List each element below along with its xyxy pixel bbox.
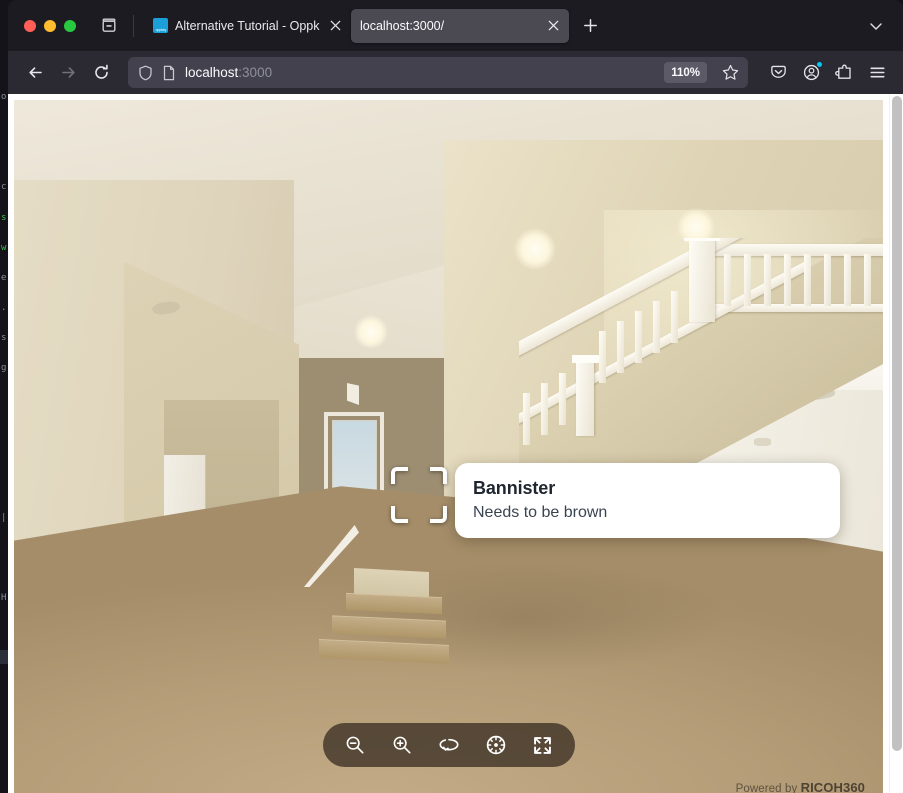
star-icon <box>722 64 738 80</box>
list-all-tabs-button[interactable] <box>861 11 891 41</box>
panorama-viewer[interactable]: Bannister Needs to be brown Powered by R… <box>14 100 883 793</box>
hotspot-corner-icon <box>391 506 408 523</box>
favicon-label: oppkey <box>155 27 166 32</box>
pano-stair-step <box>332 615 446 639</box>
hotspot-corner-icon <box>430 506 447 523</box>
bg-text-line: H <box>1 593 7 603</box>
page-scrollbar-thumb[interactable] <box>892 96 902 751</box>
url-host: localhost <box>185 65 239 80</box>
pano-ceiling-light <box>514 228 556 270</box>
minimize-window-button[interactable] <box>44 19 56 32</box>
fullscreen-icon <box>534 736 551 754</box>
bg-text-line: w <box>1 243 7 253</box>
hotspot-description: Needs to be brown <box>473 504 608 521</box>
hamburger-menu-icon <box>870 67 885 78</box>
bookmark-star-button[interactable] <box>717 60 743 86</box>
bg-text-line: g <box>1 363 7 373</box>
zoom-in-icon <box>393 736 411 754</box>
pano-ceiling-light <box>354 315 388 349</box>
zoom-out-icon <box>346 736 364 754</box>
firefox-view-button[interactable] <box>94 11 124 41</box>
account-notification-dot <box>816 61 823 68</box>
gyroscope-button[interactable] <box>482 731 510 759</box>
tracking-protection-shield-icon <box>139 65 152 80</box>
new-tab-button[interactable] <box>575 11 605 41</box>
auto-rotate-button[interactable] <box>435 731 463 759</box>
bg-text-line: s <box>1 213 7 223</box>
tab-strip: oppkey Alternative Tutorial - Oppkey RIC… <box>8 0 903 51</box>
pano-light-glow <box>604 210 883 450</box>
window-controls <box>16 19 76 32</box>
tab-title: localhost:3000/ <box>360 18 445 33</box>
browser-window: oppkey Alternative Tutorial - Oppkey RIC… <box>8 0 903 793</box>
plus-icon <box>583 19 597 32</box>
pano-ceiling-light <box>677 208 715 246</box>
tab-localhost-3000[interactable]: localhost:3000/ <box>351 8 569 43</box>
browser-actions <box>763 57 893 88</box>
bg-text-line: s <box>1 333 7 343</box>
screen: o c s w e . s g | H oppkey Alternative T… <box>0 0 903 793</box>
pano-stair-step <box>319 639 449 664</box>
bg-text-line: . <box>1 303 7 313</box>
pano-stair-step <box>346 592 442 615</box>
navigation-toolbar: localhost:3000 110% <box>8 51 903 94</box>
url-port: :3000 <box>238 65 273 80</box>
content-viewport: Bannister Needs to be brown Powered by R… <box>8 94 903 793</box>
hotspot-corner-icon <box>430 467 447 484</box>
tab-alternative-tutorial[interactable]: oppkey Alternative Tutorial - Oppkey RIC <box>144 9 351 43</box>
hotspot-corner-icon <box>391 467 408 484</box>
watermark-brand: RICOH360 <box>800 780 865 793</box>
bg-text-line: o <box>1 92 7 102</box>
tab-title: Alternative Tutorial - Oppkey RIC <box>175 18 320 33</box>
chevron-down-icon <box>870 22 882 30</box>
panorama-toolbar <box>322 723 575 767</box>
pocket-icon <box>771 65 786 78</box>
panorama-image[interactable]: Bannister Needs to be brown Powered by R… <box>14 100 883 793</box>
hotspot-marker[interactable] <box>391 467 447 523</box>
pano-ceiling-vent <box>754 438 771 446</box>
extensions-puzzle-icon <box>835 64 851 79</box>
document-icon <box>163 65 174 80</box>
forward-button[interactable] <box>53 57 84 88</box>
application-menu-button[interactable] <box>862 57 893 88</box>
reload-button[interactable] <box>86 57 117 88</box>
fullscreen-button[interactable] <box>529 731 557 759</box>
close-window-button[interactable] <box>24 19 36 32</box>
watermark-prefix: Powered by <box>735 783 801 793</box>
bg-text-line: | <box>1 513 7 523</box>
maximize-window-button[interactable] <box>64 19 76 32</box>
account-button[interactable] <box>796 57 827 88</box>
back-button[interactable] <box>20 57 51 88</box>
gyroscope-icon <box>486 735 505 755</box>
zoom-out-button[interactable] <box>341 731 369 759</box>
hotspot-info-card[interactable]: Bannister Needs to be brown <box>455 463 840 538</box>
firefox-view-icon <box>102 18 116 32</box>
pocket-button[interactable] <box>763 57 794 88</box>
bg-text-line: e <box>1 273 7 283</box>
toolbar-separator <box>133 14 134 37</box>
tab-close-button[interactable] <box>545 18 561 34</box>
back-arrow-icon <box>29 67 42 78</box>
url-bar[interactable]: localhost:3000 110% <box>128 57 748 88</box>
bg-text-line: c <box>1 182 7 192</box>
pano-stairs <box>314 592 474 690</box>
hotspot-title: Bannister <box>473 478 556 498</box>
extensions-button[interactable] <box>829 57 860 88</box>
pano-wall-sconce <box>347 383 359 405</box>
forward-arrow-icon <box>62 67 75 78</box>
tab-favicon: oppkey <box>153 18 168 33</box>
zoom-in-button[interactable] <box>388 731 416 759</box>
close-icon <box>330 20 340 31</box>
powered-by-watermark: Powered by RICOH360 <box>736 780 865 793</box>
auto-rotate-icon <box>438 738 459 751</box>
shield-icon[interactable] <box>137 64 154 81</box>
page-scrollbar[interactable] <box>889 94 903 793</box>
tab-close-button[interactable] <box>327 18 343 34</box>
reload-icon <box>95 64 108 79</box>
page-info-icon[interactable] <box>160 64 177 81</box>
url-text[interactable]: localhost:3000 <box>183 65 658 80</box>
zoom-level-badge[interactable]: 110% <box>664 62 707 83</box>
close-icon <box>548 20 558 31</box>
